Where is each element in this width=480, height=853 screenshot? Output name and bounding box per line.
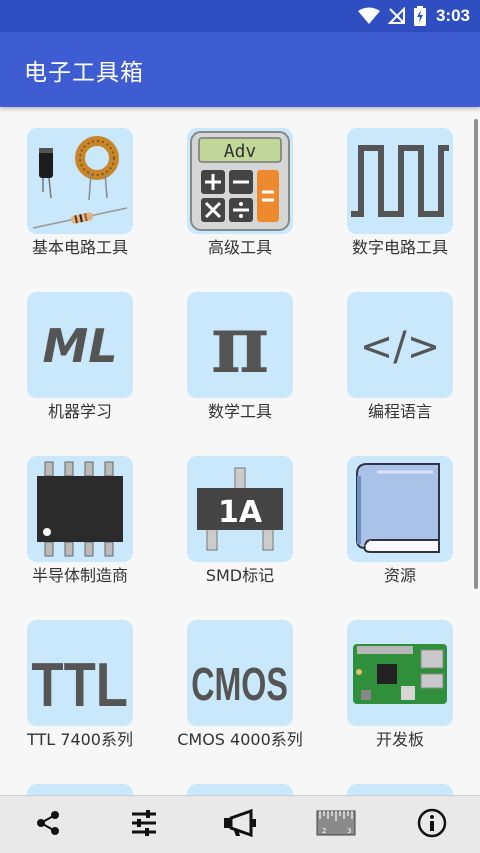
ruler-button[interactable]: 2 3: [306, 796, 366, 853]
info-button[interactable]: [402, 796, 462, 853]
settings-sliders-button[interactable]: [114, 796, 174, 853]
tile-basic-circuit-tools[interactable]: 基本电路工具: [5, 128, 155, 258]
code-icon-text: </>: [360, 324, 441, 370]
tile-partial-row[interactable]: [165, 784, 315, 795]
book-icon: [347, 456, 453, 562]
tile-label: 编程语言: [367, 402, 432, 421]
tile-machine-learning[interactable]: ML 机器学习: [5, 292, 155, 422]
ml-icon-text: ML: [42, 319, 117, 373]
dev-board-icon: [347, 620, 453, 726]
tile-label: SMD标记: [205, 566, 275, 585]
tile-partial-row[interactable]: [325, 784, 475, 795]
tile-ttl-7400-series[interactable]: TTL TTL 7400系列: [5, 620, 155, 750]
smd-code-text: 1A: [218, 495, 263, 530]
ruler-icon: 2 3: [316, 809, 356, 841]
tile-icon-partial: [27, 784, 133, 795]
components-icon: [27, 128, 133, 234]
ttl-icon: TTL: [27, 620, 133, 726]
bottom-toolbar: 2 3: [0, 795, 480, 853]
tile-icon-partial: [347, 784, 453, 795]
tile-cmos-4000-series[interactable]: CMOS CMOS 4000系列: [165, 620, 315, 750]
tile-math-tools[interactable]: π 数学工具: [165, 292, 315, 422]
app-title: 电子工具箱: [24, 59, 144, 86]
ml-icon: ML: [27, 292, 133, 398]
tile-semiconductor-manufacturers[interactable]: 半导体制造商: [5, 456, 155, 586]
tile-dev-boards[interactable]: 开发板: [325, 620, 475, 750]
tile-label: 数学工具: [207, 402, 272, 421]
tile-label: 资源: [383, 566, 416, 585]
status-time: 3:03: [435, 6, 470, 25]
tile-label: 半导体制造商: [31, 566, 128, 585]
share-icon: [34, 809, 62, 841]
tile-label: CMOS 4000系列: [177, 730, 303, 749]
tile-label: 数字电路工具: [351, 238, 448, 257]
tile-label: TTL 7400系列: [27, 730, 133, 749]
chip-icon: [27, 456, 133, 562]
app-bar: 电子工具箱: [0, 32, 480, 107]
tile-icon-partial: [187, 784, 293, 795]
square-wave-icon: [347, 128, 453, 234]
code-icon: </>: [347, 292, 453, 398]
megaphone-icon: [223, 808, 257, 841]
tile-label: 基本电路工具: [31, 238, 128, 257]
tile-label: 高级工具: [207, 238, 272, 257]
tile-partial-row[interactable]: [5, 784, 155, 795]
battery-charging-icon: [413, 6, 426, 26]
wifi-icon: [357, 7, 380, 25]
calculator-display-text: Adv: [224, 141, 257, 162]
smd-chip-icon: 1A: [187, 456, 293, 562]
tile-programming-languages[interactable]: </> 编程语言: [325, 292, 475, 422]
tile-label: 机器学习: [47, 402, 112, 421]
share-button[interactable]: [18, 796, 78, 853]
pi-icon: π: [187, 292, 293, 398]
no-signal-icon: [387, 7, 406, 25]
cmos-icon: CMOS: [187, 620, 293, 726]
svg-text:3: 3: [347, 827, 351, 835]
tile-resources[interactable]: 资源: [325, 456, 475, 586]
tile-advanced-tools[interactable]: Adv 高级工具: [165, 128, 315, 258]
svg-text:2: 2: [322, 827, 326, 835]
tile-smd-marking[interactable]: 1A SMD标记: [165, 456, 315, 586]
tile-digital-circuit-tools[interactable]: 数字电路工具: [325, 128, 475, 258]
sliders-icon: [130, 809, 158, 841]
announcements-button[interactable]: [210, 796, 270, 853]
tool-grid[interactable]: 基本电路工具 Adv 高级工具 数字电路工具 ML 机器学习 π 数学工具 </…: [0, 107, 480, 795]
ttl-icon-text: TTL: [31, 651, 128, 720]
pi-icon-text: π: [211, 297, 270, 391]
status-bar: 3:03: [0, 0, 480, 32]
cmos-icon-text: CMOS: [191, 659, 288, 710]
calculator-icon: Adv: [187, 128, 293, 234]
info-icon: [417, 808, 447, 842]
tile-label: 开发板: [375, 730, 424, 749]
